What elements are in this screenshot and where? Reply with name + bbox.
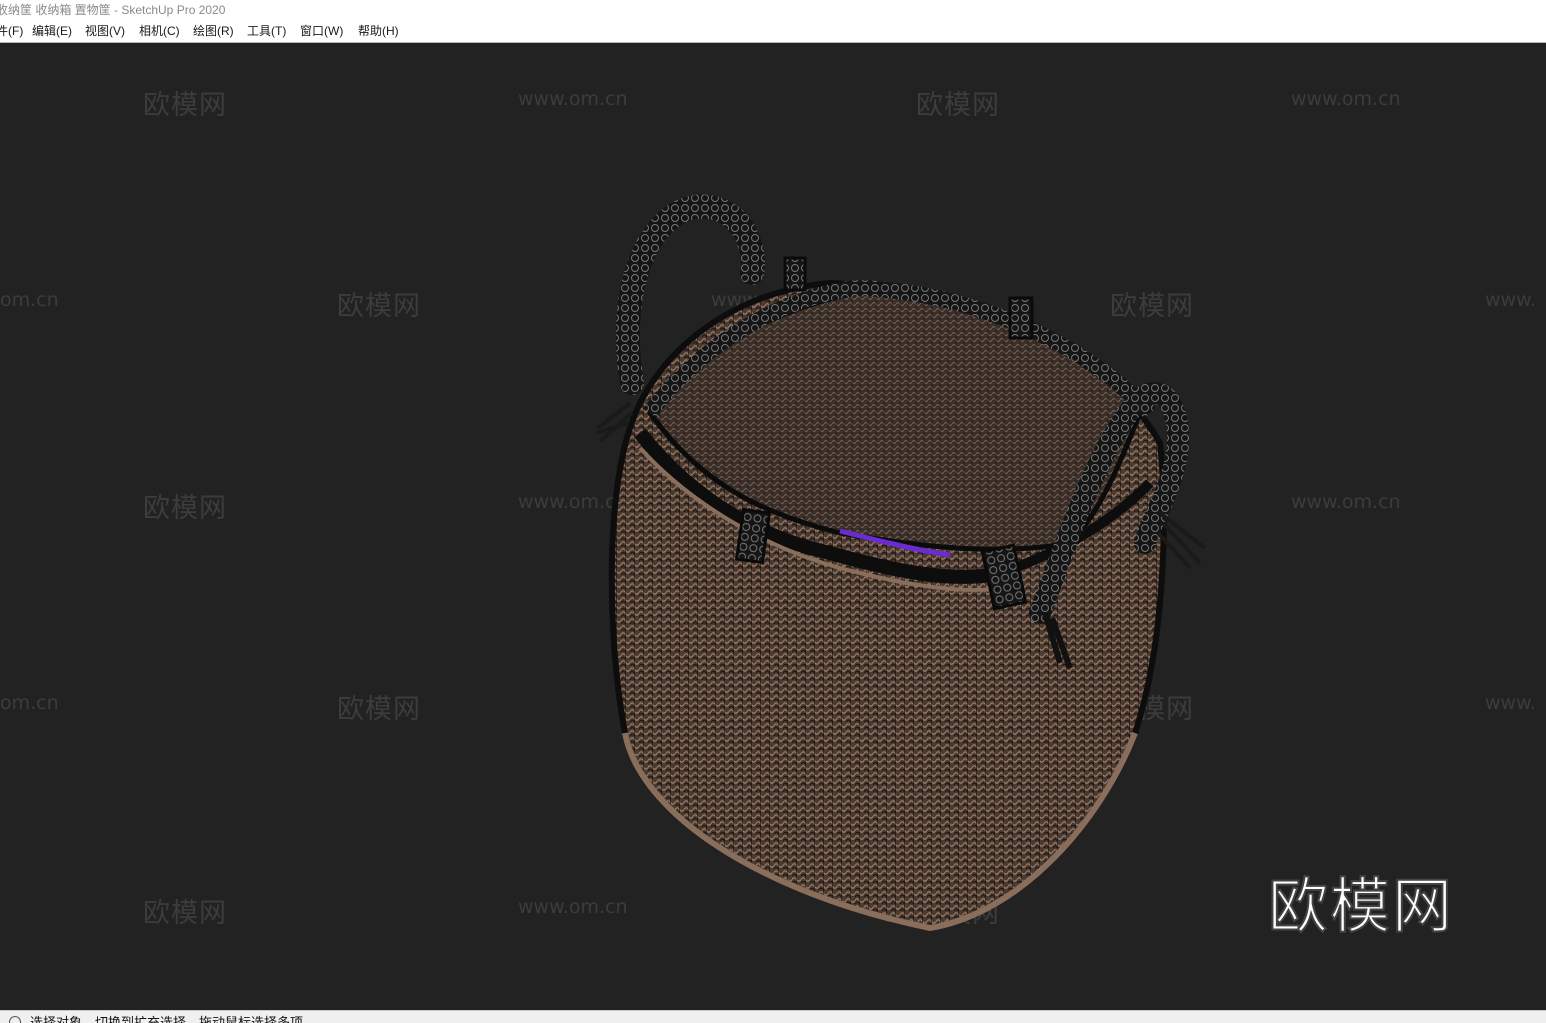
window-title: 收纳筐 收纳箱 置物筐 - SketchUp Pro 2020 (0, 3, 226, 17)
menu-file[interactable]: 件(F) (0, 21, 23, 42)
menu-draw[interactable]: 绘图(R) (193, 21, 234, 42)
menu-help[interactable]: 帮助(H) (358, 21, 399, 42)
sketchup-window: 收纳筐 收纳箱 置物筐 - SketchUp Pro 2020 件(F) 编辑(… (0, 0, 1546, 1023)
menu-edit[interactable]: 编辑(E) (32, 21, 72, 42)
menu-tools[interactable]: 工具(T) (247, 21, 286, 42)
menu-view[interactable]: 视图(V) (85, 21, 125, 42)
model-viewport[interactable]: 欧模网 www.om.cn 欧模网 www.om.cn om.cn 欧模网 ww… (0, 43, 1546, 1010)
title-bar: 收纳筐 收纳箱 置物筐 - SketchUp Pro 2020 (0, 0, 1546, 21)
menu-window[interactable]: 窗口(W) (300, 21, 343, 42)
status-text: 选择对象。切换到扩充选择。拖动鼠标选择多项。 (30, 1015, 317, 1023)
menu-camera[interactable]: 相机(C) (139, 21, 180, 42)
site-logo-watermark: 欧模网 (1267, 871, 1454, 943)
status-bar: 选择对象。切换到扩充选择。拖动鼠标选择多项。 (0, 1010, 1546, 1023)
menu-bar: 件(F) 编辑(E) 视图(V) 相机(C) 绘图(R) 工具(T) 窗口(W)… (0, 21, 1546, 43)
info-icon[interactable] (9, 1016, 21, 1023)
